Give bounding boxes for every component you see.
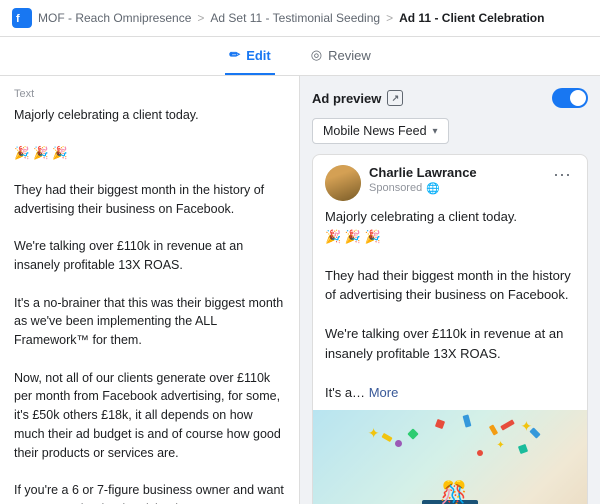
more-link[interactable]: More — [369, 385, 399, 400]
sponsored-label: Sponsored — [369, 182, 422, 194]
ad-card: Charlie Lawrance Sponsored 🌐 ··· Majorly… — [312, 154, 588, 504]
edit-icon: ✏ — [229, 47, 240, 63]
globe-icon: 🌐 — [426, 182, 440, 195]
left-panel: Text Majorly celebrating a client today.… — [0, 76, 300, 504]
chevron-down-icon: ▾ — [433, 126, 438, 137]
placement-label: Mobile News Feed — [323, 124, 427, 138]
text-label: Text — [14, 88, 285, 100]
ad-text-line1: Majorly celebrating a client today. — [325, 207, 575, 227]
breadcrumb-adset[interactable]: Ad Set 11 - Testimonial Seeding — [210, 11, 380, 25]
ad-text-line4: We're talking over £110k in revenue at a… — [325, 324, 575, 363]
tab-review[interactable]: ◎ Review — [307, 37, 375, 75]
ad-text-truncated: It's a… — [325, 385, 365, 400]
breadcrumb-sep-2: > — [386, 11, 393, 25]
ad-preview-text: Majorly celebrating a client today. 🎉 🎉 … — [313, 207, 587, 410]
ad-preview-header: Ad preview ↗ — [312, 88, 588, 108]
svg-text:f: f — [16, 13, 20, 24]
profile-name: Charlie Lawrance — [369, 165, 477, 182]
ad-image: ✦ ✦ ✦ 🎊 — [313, 410, 587, 504]
ad-text-line2: 🎉 🎉 🎉 — [325, 227, 575, 247]
preview-toggle[interactable] — [552, 88, 588, 108]
placement-selector[interactable]: Mobile News Feed ▾ — [312, 118, 449, 144]
breadcrumb-sep-1: > — [197, 11, 204, 25]
breadcrumb-bar: f MOF - Reach Omnipresence > Ad Set 11 -… — [0, 0, 600, 37]
breadcrumb-current: Ad 11 - Client Celebration — [399, 11, 544, 25]
main-content: Text Majorly celebrating a client today.… — [0, 76, 600, 504]
breadcrumb-mof[interactable]: MOF - Reach Omnipresence — [38, 11, 191, 25]
star-icon-3: ✦ — [496, 440, 504, 451]
ad-preview-label: Ad preview ↗ — [312, 90, 403, 106]
app-logo: f — [12, 8, 32, 28]
profile-info: Charlie Lawrance Sponsored 🌐 — [325, 165, 477, 201]
avatar — [325, 165, 361, 201]
tabs-bar: ✏ Edit ◎ Review — [0, 37, 600, 76]
review-icon: ◎ — [311, 47, 322, 63]
external-link-icon[interactable]: ↗ — [387, 90, 403, 106]
star-icon-1: ✦ — [368, 425, 380, 442]
sponsored-row: Sponsored 🌐 — [369, 182, 477, 195]
right-panel: Ad preview ↗ Mobile News Feed ▾ Charlie … — [300, 76, 600, 504]
ad-text-line3: They had their biggest month in the hist… — [325, 266, 575, 305]
ad-card-header: Charlie Lawrance Sponsored 🌐 ··· — [313, 155, 587, 207]
tab-edit[interactable]: ✏ Edit — [225, 37, 274, 75]
star-icon-2: ✦ — [520, 418, 532, 435]
ad-body-copy[interactable]: Majorly celebrating a client today. 🎉 🎉 … — [14, 106, 285, 504]
more-options-button[interactable]: ··· — [549, 165, 575, 183]
